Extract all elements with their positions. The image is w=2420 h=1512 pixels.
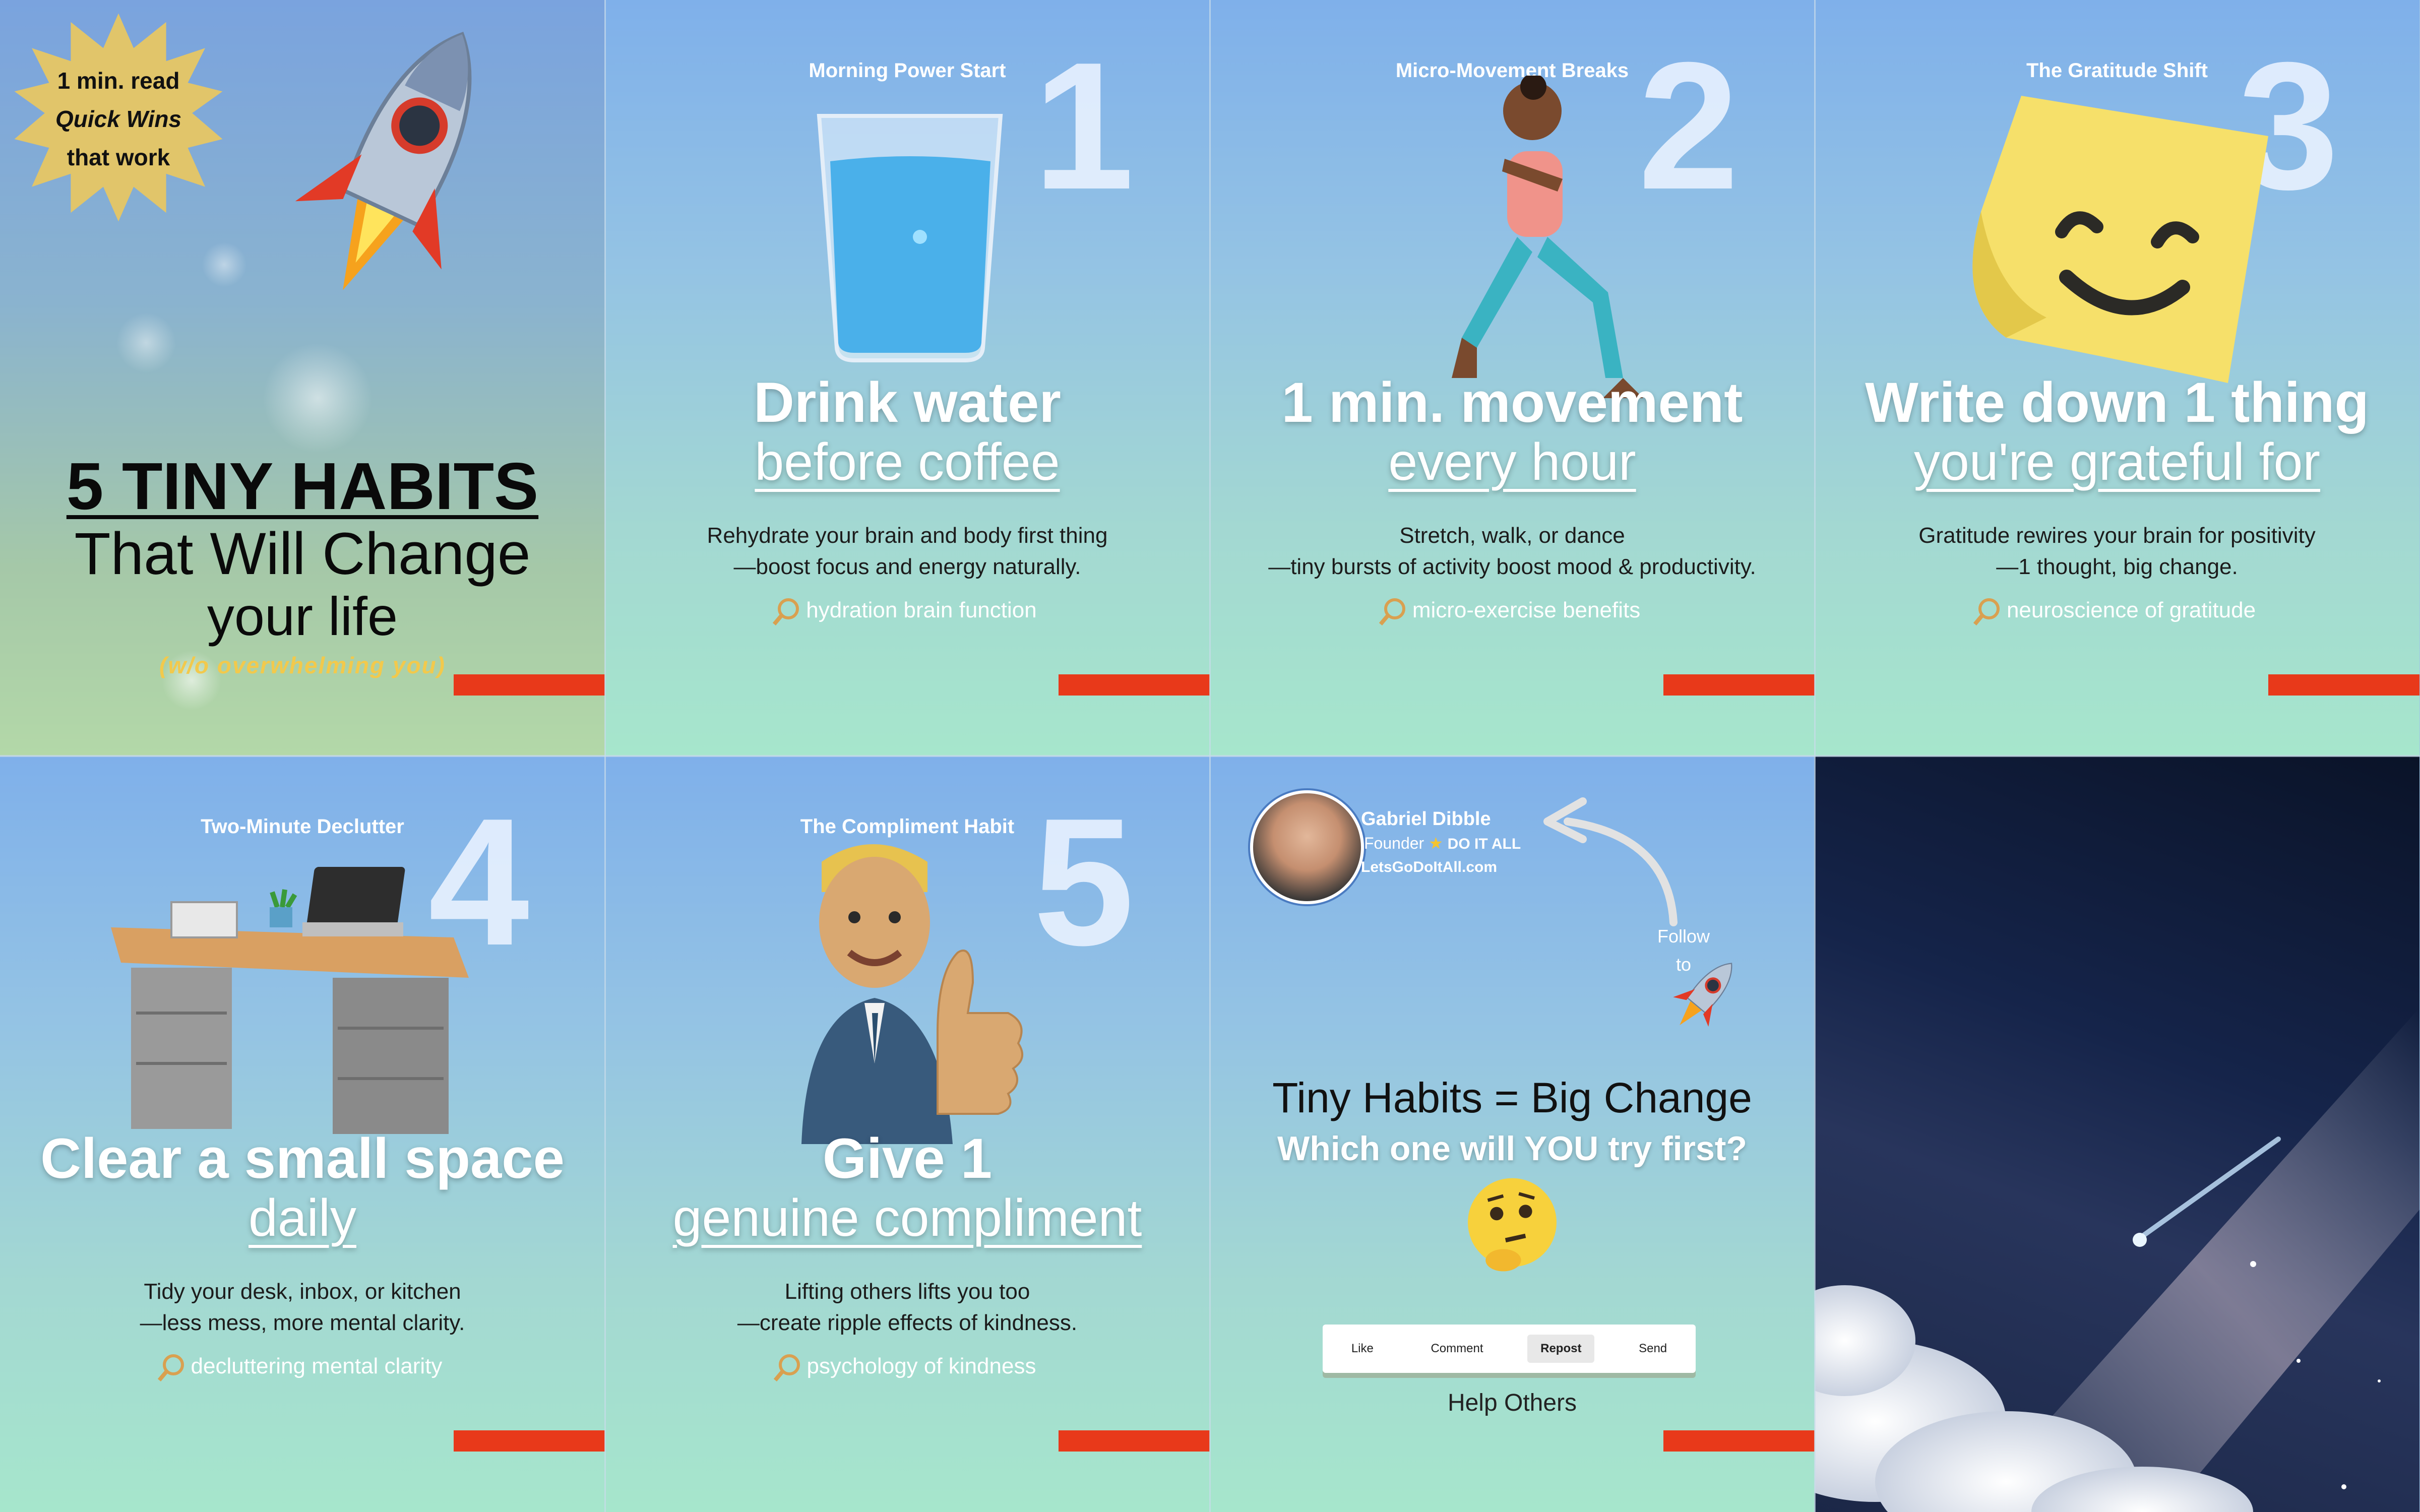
cover-subtitle-1: That Will Change xyxy=(74,520,531,587)
star-icon: ★ xyxy=(1429,834,1443,852)
search-hint: decluttering mental clarity xyxy=(0,1354,605,1379)
slide-number: 5 xyxy=(1033,781,1134,983)
habit-subheadline: daily xyxy=(249,1189,356,1247)
smiley-sticky-note-icon xyxy=(1972,96,2268,383)
help-others-label: Help Others xyxy=(1447,1390,1577,1416)
sky-illustration xyxy=(1815,1008,2419,1512)
desk-icon xyxy=(111,867,469,1134)
social-action-bar: Like Comment Repost Send xyxy=(1323,1325,1696,1373)
habit-description: Rehydrate your brain and body first thin… xyxy=(645,520,1169,583)
cover-title: 5 TINY HABITS xyxy=(66,449,539,523)
accent-bar xyxy=(1059,1430,1210,1452)
rocket-icon xyxy=(295,31,472,290)
badge-text: 1 min. read Quick Wins that work xyxy=(10,61,227,176)
badge-line: 1 min. read xyxy=(57,68,180,94)
habit-headline: Clear a small space xyxy=(40,1127,565,1190)
accent-bar xyxy=(2268,674,2419,696)
description-line: Rehydrate your brain and body first thin… xyxy=(707,523,1108,548)
repost-button[interactable]: Repost xyxy=(1527,1335,1595,1363)
night-sky-slide xyxy=(1815,756,2419,1512)
search-hint: psychology of kindness xyxy=(605,1354,1210,1379)
search-hint-text: hydration brain function xyxy=(806,598,1037,622)
magnifier-icon xyxy=(162,1354,184,1375)
search-hint: neuroscience of gratitude xyxy=(1815,598,2419,623)
follow-text: Follow xyxy=(1657,926,1710,947)
search-hint-text: decluttering mental clarity xyxy=(191,1354,443,1378)
search-hint-text: micro-exercise benefits xyxy=(1412,598,1641,622)
accent-bar xyxy=(1663,674,1815,696)
like-button[interactable]: Like xyxy=(1338,1335,1387,1363)
curved-arrow-icon xyxy=(1543,797,1678,926)
habit-description: Tidy your desk, inbox, or kitchen —less … xyxy=(40,1276,565,1339)
author-role: Founder xyxy=(1364,834,1424,852)
water-glass-icon xyxy=(817,114,1003,362)
grid-divider xyxy=(0,755,2420,757)
author-title: Founder ★ DO IT ALL xyxy=(1364,834,1521,853)
magnifier-icon xyxy=(778,1354,800,1375)
badge-line: Quick Wins xyxy=(55,106,182,132)
habit-subheadline: genuine compliment xyxy=(672,1189,1142,1247)
cta-headline: Tiny Habits = Big Change xyxy=(1272,1074,1752,1121)
accent-bar xyxy=(454,1430,605,1452)
badge-line: that work xyxy=(67,144,170,170)
habit-headline: Give 1 xyxy=(822,1127,992,1190)
comment-button[interactable]: Comment xyxy=(1417,1335,1496,1363)
cover-title-block: 5 TINY HABITS That Will Change your life… xyxy=(0,449,605,679)
accent-bar xyxy=(1663,1430,1815,1452)
search-hint-text: psychology of kindness xyxy=(806,1354,1036,1378)
habit-headline: Drink water xyxy=(754,371,1061,434)
habit-description: Lifting others lifts you too —create rip… xyxy=(645,1276,1169,1339)
cover-subtitle-2: your life xyxy=(207,586,398,647)
description-line: Lifting others lifts you too xyxy=(784,1279,1030,1304)
send-button[interactable]: Send xyxy=(1626,1335,1680,1363)
rocket-icon xyxy=(1673,963,1732,1027)
description-line: —tiny bursts of activity boost mood & pr… xyxy=(1268,554,1756,579)
magnifier-icon xyxy=(778,598,799,619)
description-line: Stretch, walk, or dance xyxy=(1399,523,1625,548)
slide-number: 1 xyxy=(1033,25,1134,227)
slide-number: 2 xyxy=(1638,25,1739,227)
habit-headline: Write down 1 thing xyxy=(1865,371,2369,434)
search-hint-text: neuroscience of gratitude xyxy=(2006,598,2256,622)
sparkle xyxy=(116,312,176,373)
habit-slide-5: The Compliment Habit 5 Give 1 genuine co… xyxy=(605,756,1210,1512)
author-name[interactable]: Gabriel Dibble xyxy=(1361,808,1491,830)
description-line: —1 thought, big change. xyxy=(1996,554,2238,579)
habit-description: Gratitude rewires your brain for positiv… xyxy=(1855,520,2379,583)
description-line: Tidy your desk, inbox, or kitchen xyxy=(144,1279,461,1304)
habit-subheadline: you're grateful for xyxy=(1913,433,2321,491)
magnifier-icon xyxy=(1384,598,1405,619)
accent-bar xyxy=(1059,674,1210,696)
habit-subheadline: before coffee xyxy=(755,433,1060,491)
description-line: —less mess, more mental clarity. xyxy=(140,1310,465,1335)
search-hint: hydration brain function xyxy=(605,598,1210,623)
habit-slide-2: Micro-Movement Breaks 2 1 min. movement … xyxy=(1210,0,1815,756)
thinking-face-icon xyxy=(1468,1178,1557,1272)
avatar[interactable] xyxy=(1250,790,1364,904)
cta-question: Which one will YOU try first? xyxy=(1277,1129,1747,1168)
habit-description: Stretch, walk, or dance —tiny bursts of … xyxy=(1250,520,1774,583)
sparkle xyxy=(262,343,373,454)
carousel-grid: 1 min. read Quick Wins that work 5 TINY … xyxy=(0,0,2420,1512)
cta-slide: Gabriel Dibble Founder ★ DO IT ALL LetsG… xyxy=(1210,756,1815,1512)
description-line: Gratitude rewires your brain for positiv… xyxy=(1918,523,2316,548)
author-website-link[interactable]: LetsGoDoItAll.com xyxy=(1361,859,1497,876)
habit-slide-1: Morning Power Start 1 Drink water before… xyxy=(605,0,1210,756)
habit-headline: 1 min. movement xyxy=(1281,371,1743,434)
description-line: —create ripple effects of kindness. xyxy=(737,1310,1078,1335)
thumbs-up-man-icon xyxy=(801,844,1023,1144)
magnifier-icon xyxy=(1978,598,2000,619)
cover-slide: 1 min. read Quick Wins that work 5 TINY … xyxy=(0,0,605,756)
sparkle xyxy=(202,242,247,287)
habit-slide-4: Two-Minute Declutter 4 Clear a small spa… xyxy=(0,756,605,1512)
description-line: —boost focus and energy naturally. xyxy=(733,554,1081,579)
search-hint: micro-exercise benefits xyxy=(1210,598,1815,623)
habit-subheadline: every hour xyxy=(1388,433,1636,491)
habit-slide-3: The Gratitude Shift 3 Write down 1 thing… xyxy=(1815,0,2419,756)
accent-bar xyxy=(454,674,605,696)
